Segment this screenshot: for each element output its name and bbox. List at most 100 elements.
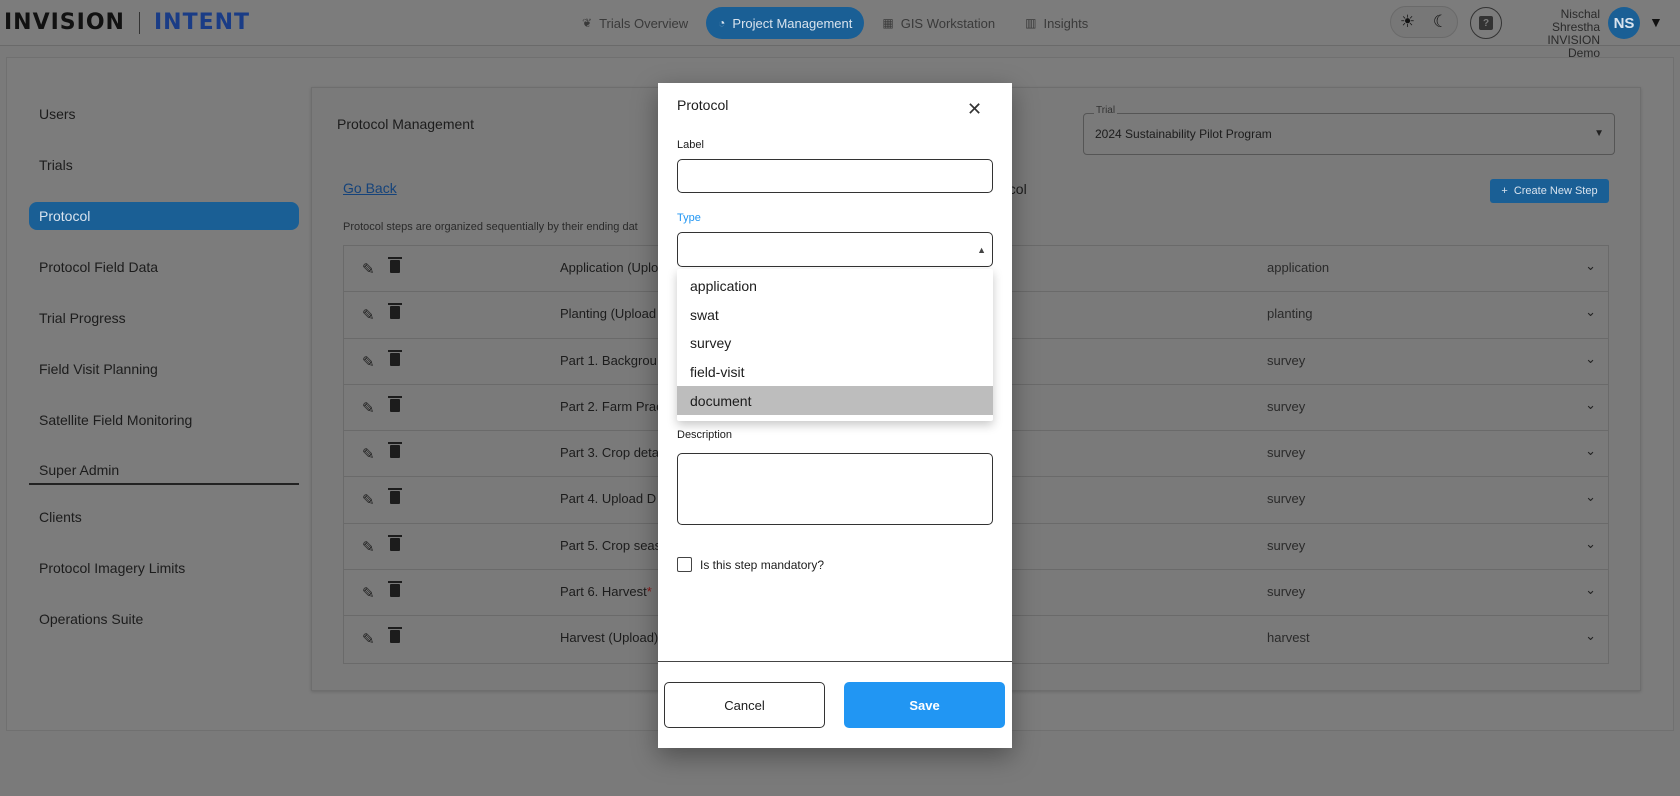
- trash-icon[interactable]: [388, 488, 402, 505]
- trash-icon[interactable]: [388, 303, 402, 320]
- trial-select-legend: Trial: [1094, 105, 1118, 116]
- type-field-label: Type: [677, 212, 701, 224]
- go-back-link[interactable]: Go Back: [343, 180, 397, 196]
- logo-separator: [138, 12, 140, 34]
- step-type: survey: [1267, 491, 1306, 507]
- step-label: Part 2. Farm Prac: [560, 398, 663, 414]
- sidebar-item-protocol-imagery-limits[interactable]: Protocol Imagery Limits: [29, 554, 299, 582]
- help-button[interactable]: ?: [1470, 7, 1502, 39]
- chevron-down-icon[interactable]: ⌄: [1585, 397, 1596, 413]
- chevron-down-icon[interactable]: ⌄: [1585, 258, 1596, 274]
- type-option-document[interactable]: document: [677, 386, 993, 415]
- nav-label: Trials Overview: [599, 15, 689, 31]
- help-icon: ?: [1479, 16, 1493, 30]
- type-options-menu: application swat survey field-visit document: [677, 269, 993, 421]
- label-input[interactable]: [677, 159, 993, 193]
- create-new-step-button[interactable]: + Create New Step: [1490, 179, 1609, 203]
- nav-trials-overview[interactable]: ❦ Trials Overview: [570, 7, 700, 39]
- step-type: planting: [1267, 306, 1313, 322]
- trash-icon[interactable]: [388, 627, 402, 644]
- trial-select[interactable]: Trial 2024 Sustainability Pilot Program …: [1083, 105, 1615, 155]
- type-select[interactable]: ▲: [677, 232, 993, 267]
- user-name: Nischal Shrestha: [1551, 7, 1600, 34]
- nav-label: Project Management: [732, 15, 853, 31]
- sun-icon[interactable]: ☀: [1400, 12, 1415, 32]
- nav-project-management[interactable]: ◔ Project Management: [706, 7, 865, 39]
- step-label: Planting (Upload: [560, 306, 657, 322]
- sidebar-item-field-visit-planning[interactable]: Field Visit Planning: [29, 355, 299, 383]
- avatar[interactable]: NS: [1608, 7, 1640, 39]
- type-option-field-visit[interactable]: field-visit: [677, 358, 993, 387]
- trash-icon[interactable]: [388, 395, 402, 412]
- step-label: Application (Uplo: [560, 260, 659, 275]
- edit-icon[interactable]: ✎: [362, 445, 375, 463]
- footer-divider: [658, 661, 1012, 662]
- step-type: harvest: [1267, 630, 1310, 646]
- theme-toggle[interactable]: ☀ ☾: [1390, 6, 1458, 38]
- edit-icon[interactable]: ✎: [362, 399, 375, 417]
- step-label: Part 3. Crop deta: [560, 445, 659, 461]
- chevron-down-icon[interactable]: ⌄: [1585, 536, 1596, 552]
- sidebar-item-trials[interactable]: Trials: [29, 151, 299, 179]
- nav-gis-workstation[interactable]: ▦ GIS Workstation: [870, 7, 1007, 39]
- step-label: Part 4. Upload D: [560, 491, 657, 507]
- cancel-button[interactable]: Cancel: [664, 682, 825, 728]
- top-bar: INVISION INTENT ❦ Trials Overview ◔ Proje…: [0, 0, 1680, 60]
- main-nav: ❦ Trials Overview ◔ Project Management ▦…: [570, 7, 1100, 39]
- chevron-up-icon: ▲: [977, 245, 986, 255]
- close-icon[interactable]: ✕: [967, 99, 982, 120]
- plus-icon: +: [1501, 185, 1508, 197]
- type-option-survey[interactable]: survey: [677, 329, 993, 358]
- description-field-label: Description: [677, 429, 733, 441]
- sidebar-item-protocol[interactable]: Protocol: [29, 202, 299, 230]
- trash-icon[interactable]: [388, 257, 402, 273]
- edit-icon[interactable]: ✎: [362, 584, 375, 602]
- edit-icon[interactable]: ✎: [362, 491, 375, 509]
- edit-icon[interactable]: ✎: [362, 306, 375, 324]
- sidebar-item-trial-progress[interactable]: Trial Progress: [29, 304, 299, 332]
- trash-icon[interactable]: [388, 534, 402, 551]
- step-type: survey: [1267, 352, 1306, 368]
- required-star: *: [646, 584, 652, 600]
- mandatory-checkbox-label: Is this step mandatory?: [700, 557, 825, 572]
- chevron-down-icon[interactable]: ⌄: [1585, 628, 1596, 644]
- sidebar-item-protocol-field-data[interactable]: Protocol Field Data: [29, 253, 299, 281]
- sidebar-item-operations-suite[interactable]: Operations Suite: [29, 605, 299, 633]
- type-option-swat[interactable]: swat: [677, 301, 993, 330]
- user-menu-caret-icon[interactable]: ▼: [1649, 14, 1663, 30]
- edit-icon[interactable]: ✎: [362, 538, 375, 556]
- edit-icon[interactable]: ✎: [362, 260, 375, 278]
- sidebar-item-satellite-field-monitoring[interactable]: Satellite Field Monitoring: [29, 406, 299, 434]
- type-option-application[interactable]: application: [677, 272, 993, 301]
- sidebar-item-users[interactable]: Users: [29, 100, 299, 128]
- chevron-down-icon[interactable]: ⌄: [1585, 443, 1596, 459]
- pie-chart-icon: ◔: [718, 16, 726, 30]
- mandatory-checkbox-row[interactable]: Is this step mandatory?: [677, 557, 824, 572]
- description-textarea[interactable]: [677, 453, 993, 525]
- step-type: survey: [1267, 584, 1306, 600]
- nav-insights[interactable]: ▥ Insights: [1013, 7, 1100, 39]
- chevron-down-icon[interactable]: ⌄: [1585, 304, 1596, 320]
- step-label: Harvest (Upload): [560, 630, 659, 646]
- trash-icon[interactable]: [388, 442, 402, 459]
- trash-icon[interactable]: [388, 349, 402, 366]
- save-button[interactable]: Save: [844, 682, 1005, 728]
- edit-icon[interactable]: ✎: [362, 353, 375, 371]
- moon-icon[interactable]: ☾: [1433, 12, 1448, 32]
- step-type: survey: [1267, 445, 1306, 461]
- chevron-down-icon[interactable]: ⌄: [1585, 489, 1596, 505]
- dialog-title: Protocol: [677, 97, 729, 113]
- sidebar-section-super-admin: Super Admin: [29, 457, 299, 485]
- logo-invision: INVISION: [4, 10, 125, 35]
- logo: INVISION INTENT: [4, 10, 250, 35]
- step-label: Part 6. Harvest*: [560, 584, 652, 600]
- chevron-down-icon[interactable]: ⌄: [1585, 351, 1596, 367]
- sidebar-item-clients[interactable]: Clients: [29, 503, 299, 531]
- mandatory-checkbox[interactable]: [677, 557, 692, 572]
- page-title: Protocol Management: [337, 116, 474, 132]
- step-type: survey: [1267, 398, 1306, 414]
- chevron-down-icon[interactable]: ⌄: [1585, 582, 1596, 598]
- create-button-label: Create New Step: [1513, 185, 1598, 197]
- trash-icon[interactable]: [388, 581, 402, 598]
- edit-icon[interactable]: ✎: [362, 630, 375, 648]
